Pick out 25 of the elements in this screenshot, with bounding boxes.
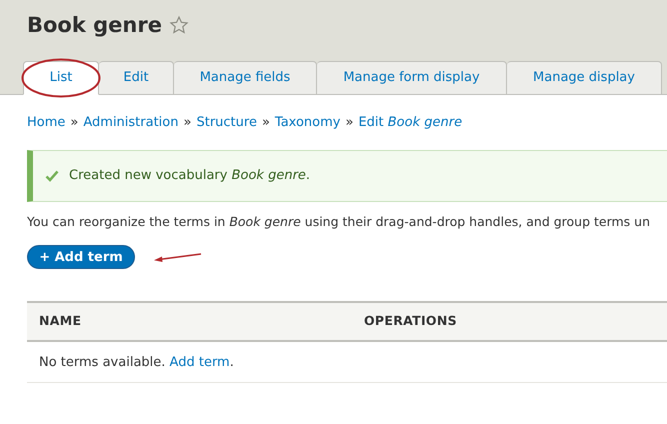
star-icon[interactable]: [168, 15, 189, 35]
status-text: Created new vocabulary Book genre.: [69, 166, 310, 185]
breadcrumb-separator: »: [345, 114, 354, 132]
breadcrumb-link[interactable]: Home: [27, 113, 66, 132]
tab[interactable]: List: [23, 61, 99, 95]
tab[interactable]: Manage form display: [317, 61, 507, 95]
check-icon: [45, 170, 59, 182]
empty-message: No terms available. Add term.: [39, 354, 234, 372]
column-header: OPERATIONS: [364, 312, 457, 330]
page-title: Book genre: [27, 14, 162, 36]
tab[interactable]: Manage display: [507, 61, 662, 95]
breadcrumb-separator: »: [184, 114, 192, 132]
annotation-arrow: [153, 252, 203, 262]
breadcrumb-link[interactable]: Taxonomy: [274, 113, 340, 132]
breadcrumb-link[interactable]: Administration: [83, 113, 178, 132]
add-term-link[interactable]: Add term: [170, 354, 230, 370]
tab[interactable]: Edit: [99, 61, 174, 95]
add-term-button[interactable]: + Add term: [27, 245, 135, 270]
breadcrumb-separator: »: [70, 114, 78, 132]
breadcrumb-link[interactable]: Edit Book genre: [358, 113, 462, 132]
breadcrumb-link[interactable]: Structure: [196, 113, 257, 132]
breadcrumb-separator: »: [262, 114, 270, 132]
column-header: NAME: [38, 312, 82, 330]
tab[interactable]: Manage fields: [174, 61, 317, 95]
help-text: You can reorganize the terms in Book genre using their drag-and-drop handles, and group terms un: [27, 212, 652, 231]
